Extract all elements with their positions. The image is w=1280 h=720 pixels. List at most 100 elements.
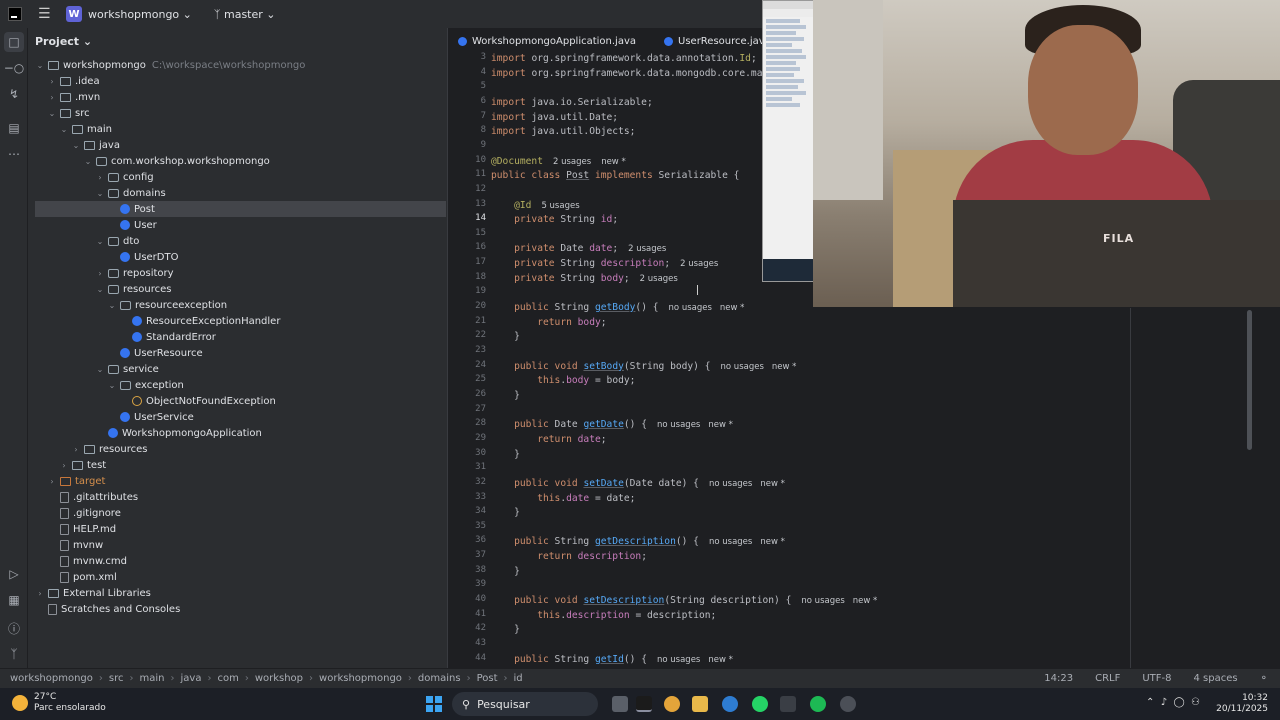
chevron-right-icon[interactable]: › (46, 93, 58, 102)
tree-item[interactable]: User (28, 217, 447, 233)
tree-item[interactable]: ResourceExceptionHandler (28, 313, 447, 329)
tree-item[interactable]: WorkshopmongoApplication (28, 425, 447, 441)
code-line[interactable]: return description; (491, 550, 647, 564)
tree-item[interactable]: pom.xml (28, 569, 447, 585)
chevron-down-icon[interactable]: ⌄ (46, 109, 58, 118)
tree-item[interactable]: › External Libraries (28, 585, 447, 601)
project-selector[interactable]: workshopmongo ⌄ (88, 8, 192, 21)
recorder-icon[interactable] (840, 696, 856, 712)
code-line[interactable]: @Id 5 usages (491, 199, 580, 213)
chevron-down-icon[interactable]: ⌄ (94, 237, 106, 246)
code-line[interactable]: } (491, 623, 520, 637)
project-tool-icon[interactable]: □ (4, 32, 24, 52)
code-line[interactable]: } (491, 506, 520, 520)
tree-item[interactable]: ⌄ main (28, 121, 447, 137)
more-tools-icon[interactable]: ⋯ (4, 144, 24, 164)
tree-item[interactable]: ⌄ com.workshop.workshopmongo (28, 153, 447, 169)
weather-widget[interactable]: 27°C Parc ensolarado (12, 692, 106, 714)
chevron-right-icon[interactable]: › (46, 477, 58, 486)
tree-item[interactable]: UserResource (28, 345, 447, 361)
intellij-taskbar-icon[interactable] (636, 696, 652, 712)
code-line[interactable]: public Date getDate() {no usages new * (491, 418, 733, 432)
code-line[interactable]: import org.springframework.data.annotati… (491, 52, 757, 66)
code-line[interactable]: private String body; 2 usages (491, 272, 678, 286)
cursor-position[interactable]: 14:23 (1044, 673, 1073, 684)
code-line[interactable]: @Document 2 usages new * (491, 155, 626, 169)
tree-item[interactable]: ⌄ java (28, 137, 447, 153)
edge-icon[interactable] (722, 696, 738, 712)
whatsapp-icon[interactable] (752, 696, 768, 712)
structure-icon[interactable]: ▤ (4, 118, 24, 138)
chevron-down-icon[interactable]: ⌄ (94, 189, 106, 198)
code-line[interactable]: public void setDate(Date date) {no usage… (491, 477, 785, 491)
code-line[interactable]: public void setBody(String body) {no usa… (491, 360, 796, 374)
breadcrumb-item[interactable]: workshopmongo (319, 673, 402, 684)
taskbar-search[interactable]: ⚲ Pesquisar (452, 692, 598, 716)
tree-item[interactable]: ⌄ src (28, 105, 447, 121)
windows-start-icon[interactable] (426, 696, 442, 712)
chevron-down-icon[interactable]: ⌄ (34, 61, 46, 70)
code-line[interactable]: import org.springframework.data.mongodb.… (491, 67, 786, 81)
tree-item[interactable]: .gitattributes (28, 489, 447, 505)
tree-item[interactable]: ⌄ dto (28, 233, 447, 249)
services-icon[interactable]: ▷ (4, 564, 24, 584)
tree-item[interactable]: UserService (28, 409, 447, 425)
commit-icon[interactable]: −○ (4, 58, 25, 78)
system-tray[interactable]: ⌃ ♪ ◯ ⚇ (1146, 697, 1200, 708)
pull-requests-icon[interactable]: ↯ (4, 84, 24, 104)
breadcrumb-item[interactable]: workshop (255, 673, 303, 684)
code-line[interactable]: public class Post implements Serializabl… (491, 169, 739, 183)
chevron-down-icon[interactable]: ⌄ (58, 125, 70, 134)
breadcrumb-item[interactable]: domains (418, 673, 461, 684)
line-separator[interactable]: CRLF (1095, 673, 1120, 684)
code-line[interactable]: this.description = description; (491, 609, 716, 623)
editor-tab[interactable]: UserResource.java (664, 36, 771, 47)
tree-item[interactable]: ⌄ service (28, 361, 447, 377)
code-line[interactable]: private String id; (491, 213, 618, 227)
chevron-right-icon[interactable]: › (46, 77, 58, 86)
task-view-icon[interactable] (612, 696, 628, 712)
code-line[interactable]: import java.util.Objects; (491, 125, 635, 139)
breadcrumb-item[interactable]: workshopmongo (10, 673, 93, 684)
main-menu-icon[interactable]: ☰ (38, 6, 52, 22)
editor-tab[interactable]: WorkshopmongoApplication.java (458, 36, 636, 47)
tree-item[interactable]: › resources (28, 441, 447, 457)
breadcrumb-item[interactable]: java (181, 673, 202, 684)
code-line[interactable]: } (491, 448, 520, 462)
breadcrumb-item[interactable]: id (514, 673, 523, 684)
chevron-down-icon[interactable]: ⌄ (82, 157, 94, 166)
tree-item[interactable]: mvnw.cmd (28, 553, 447, 569)
code-line[interactable]: this.date = date; (491, 492, 635, 506)
tree-item[interactable]: ObjectNotFoundException (28, 393, 447, 409)
code-line[interactable]: } (491, 330, 520, 344)
code-line[interactable]: } (491, 565, 520, 579)
tree-item[interactable]: .gitignore (28, 505, 447, 521)
code-line[interactable]: private Date date; 2 usages (491, 242, 666, 256)
tree-item[interactable]: HELP.md (28, 521, 447, 537)
code-line[interactable]: public void setDescription(String descri… (491, 594, 877, 608)
code-line[interactable]: private String description; 2 usages (491, 257, 718, 271)
editor-scrollbar[interactable] (1247, 310, 1252, 450)
terminal-taskbar-icon[interactable] (780, 696, 796, 712)
tree-item[interactable]: › .mvn (28, 89, 447, 105)
code-line[interactable]: } (491, 389, 520, 403)
tree-item[interactable]: › .idea (28, 73, 447, 89)
clock[interactable]: 10:32 20/11/2025 (1216, 693, 1268, 715)
tree-item[interactable]: mvnw (28, 537, 447, 553)
tree-item[interactable]: › target (28, 473, 447, 489)
chevron-right-icon[interactable]: › (58, 461, 70, 470)
problems-icon[interactable]: ⓘ (4, 618, 24, 638)
tree-item[interactable]: ⌄ resources (28, 281, 447, 297)
tree-item[interactable]: › config (28, 169, 447, 185)
tree-item[interactable]: Scratches and Consoles (28, 601, 447, 617)
spotify-icon[interactable] (810, 696, 826, 712)
chevron-down-icon[interactable]: ⌄ (94, 285, 106, 294)
code-line[interactable]: public String getId() {no usages new * (491, 653, 733, 667)
chevron-down-icon[interactable]: ⌄ (106, 381, 118, 390)
chevron-right-icon[interactable]: › (34, 589, 46, 598)
tree-item[interactable]: Post (35, 201, 446, 217)
tree-item[interactable]: › repository (28, 265, 447, 281)
indent-setting[interactable]: 4 spaces (1194, 673, 1238, 684)
eclipse-mini-window[interactable] (762, 0, 814, 282)
file-explorer-icon[interactable] (692, 696, 708, 712)
